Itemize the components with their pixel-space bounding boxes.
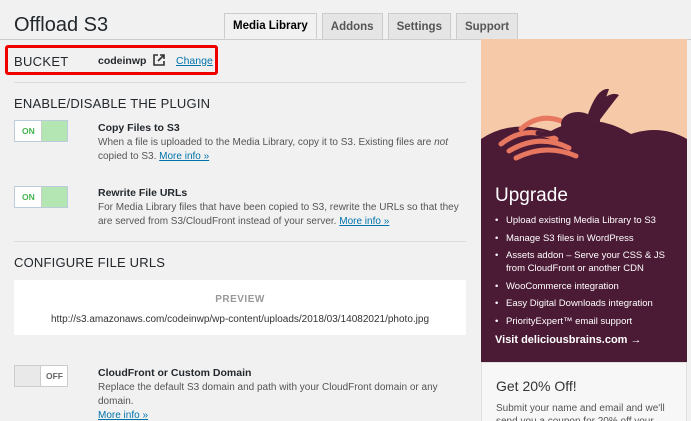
toggle-state: OFF bbox=[46, 371, 63, 381]
offer-text: Submit your name and email and we'll sen… bbox=[496, 403, 665, 421]
url-preview-box: PREVIEW http://s3.amazonaws.com/codeinwp… bbox=[14, 280, 466, 335]
tab-support[interactable]: Support bbox=[455, 13, 519, 39]
offer-heading: Get 20% Off! bbox=[496, 378, 577, 394]
more-info-link[interactable]: More info » bbox=[159, 151, 209, 162]
rabbit-mascot-icon bbox=[481, 88, 687, 177]
option-title-rewrite-urls: Rewrite File URLs bbox=[98, 187, 188, 199]
nav-tabs: Media Library Addons Settings Support bbox=[224, 13, 519, 39]
toggle-state: ON bbox=[22, 192, 35, 202]
hero-illustration bbox=[481, 39, 687, 177]
list-item: PriorityExpert™ email support bbox=[495, 315, 683, 328]
bucket-name: codeinwp bbox=[98, 55, 147, 67]
list-item: Manage S3 files in WordPress bbox=[495, 232, 683, 245]
upgrade-heading: Upgrade bbox=[495, 185, 568, 206]
tab-media-library[interactable]: Media Library bbox=[224, 13, 317, 39]
more-info-link[interactable]: More info » bbox=[339, 216, 389, 227]
bucket-label: BUCKET bbox=[14, 54, 69, 69]
section-heading-configure: CONFIGURE FILE URLS bbox=[14, 255, 166, 270]
cloudfront-toggle[interactable]: OFF bbox=[14, 365, 68, 387]
change-bucket-link[interactable]: Change bbox=[176, 55, 213, 67]
tab-addons[interactable]: Addons bbox=[321, 13, 383, 39]
preview-label: PREVIEW bbox=[215, 294, 265, 305]
list-item: WooCommerce integration bbox=[495, 280, 683, 293]
upgrade-feature-list: Upload existing Media Library to S3 Mana… bbox=[495, 214, 683, 332]
copy-files-toggle[interactable]: ON bbox=[14, 120, 68, 142]
page-title: Offload S3 bbox=[14, 14, 109, 36]
divider bbox=[14, 241, 466, 242]
option-desc-rewrite-urls: For Media Library files that have been c… bbox=[98, 202, 459, 227]
offload-s3-settings-page: Offload S3 Media Library Addons Settings… bbox=[0, 0, 691, 421]
coupon-offer-box: Get 20% Off! Submit your name and email … bbox=[481, 362, 687, 421]
more-info-link[interactable]: More info » bbox=[98, 410, 148, 421]
tab-settings[interactable]: Settings bbox=[387, 13, 451, 39]
divider bbox=[14, 82, 466, 83]
list-item: Upload existing Media Library to S3 bbox=[495, 214, 683, 227]
visit-deliciousbrains-link[interactable]: Visit deliciousbrains.com → bbox=[495, 334, 642, 346]
option-desc-copy-files: When a file is uploaded to the Media Lib… bbox=[98, 137, 449, 162]
section-heading-enable: ENABLE/DISABLE THE PLUGIN bbox=[14, 96, 211, 111]
list-item: Assets addon – Serve your CSS & JS from … bbox=[495, 249, 683, 275]
rewrite-urls-toggle[interactable]: ON bbox=[14, 186, 68, 208]
preview-url: http://s3.amazonaws.com/codeinwp/wp-cont… bbox=[50, 314, 430, 325]
option-desc-cloudfront: Replace the default S3 domain and path w… bbox=[98, 382, 438, 421]
toggle-state: ON bbox=[22, 126, 35, 136]
list-item: Easy Digital Downloads integration bbox=[495, 297, 683, 310]
external-link-icon[interactable] bbox=[153, 53, 165, 66]
option-title-copy-files: Copy Files to S3 bbox=[98, 122, 180, 134]
option-title-cloudfront: CloudFront or Custom Domain bbox=[98, 367, 252, 379]
